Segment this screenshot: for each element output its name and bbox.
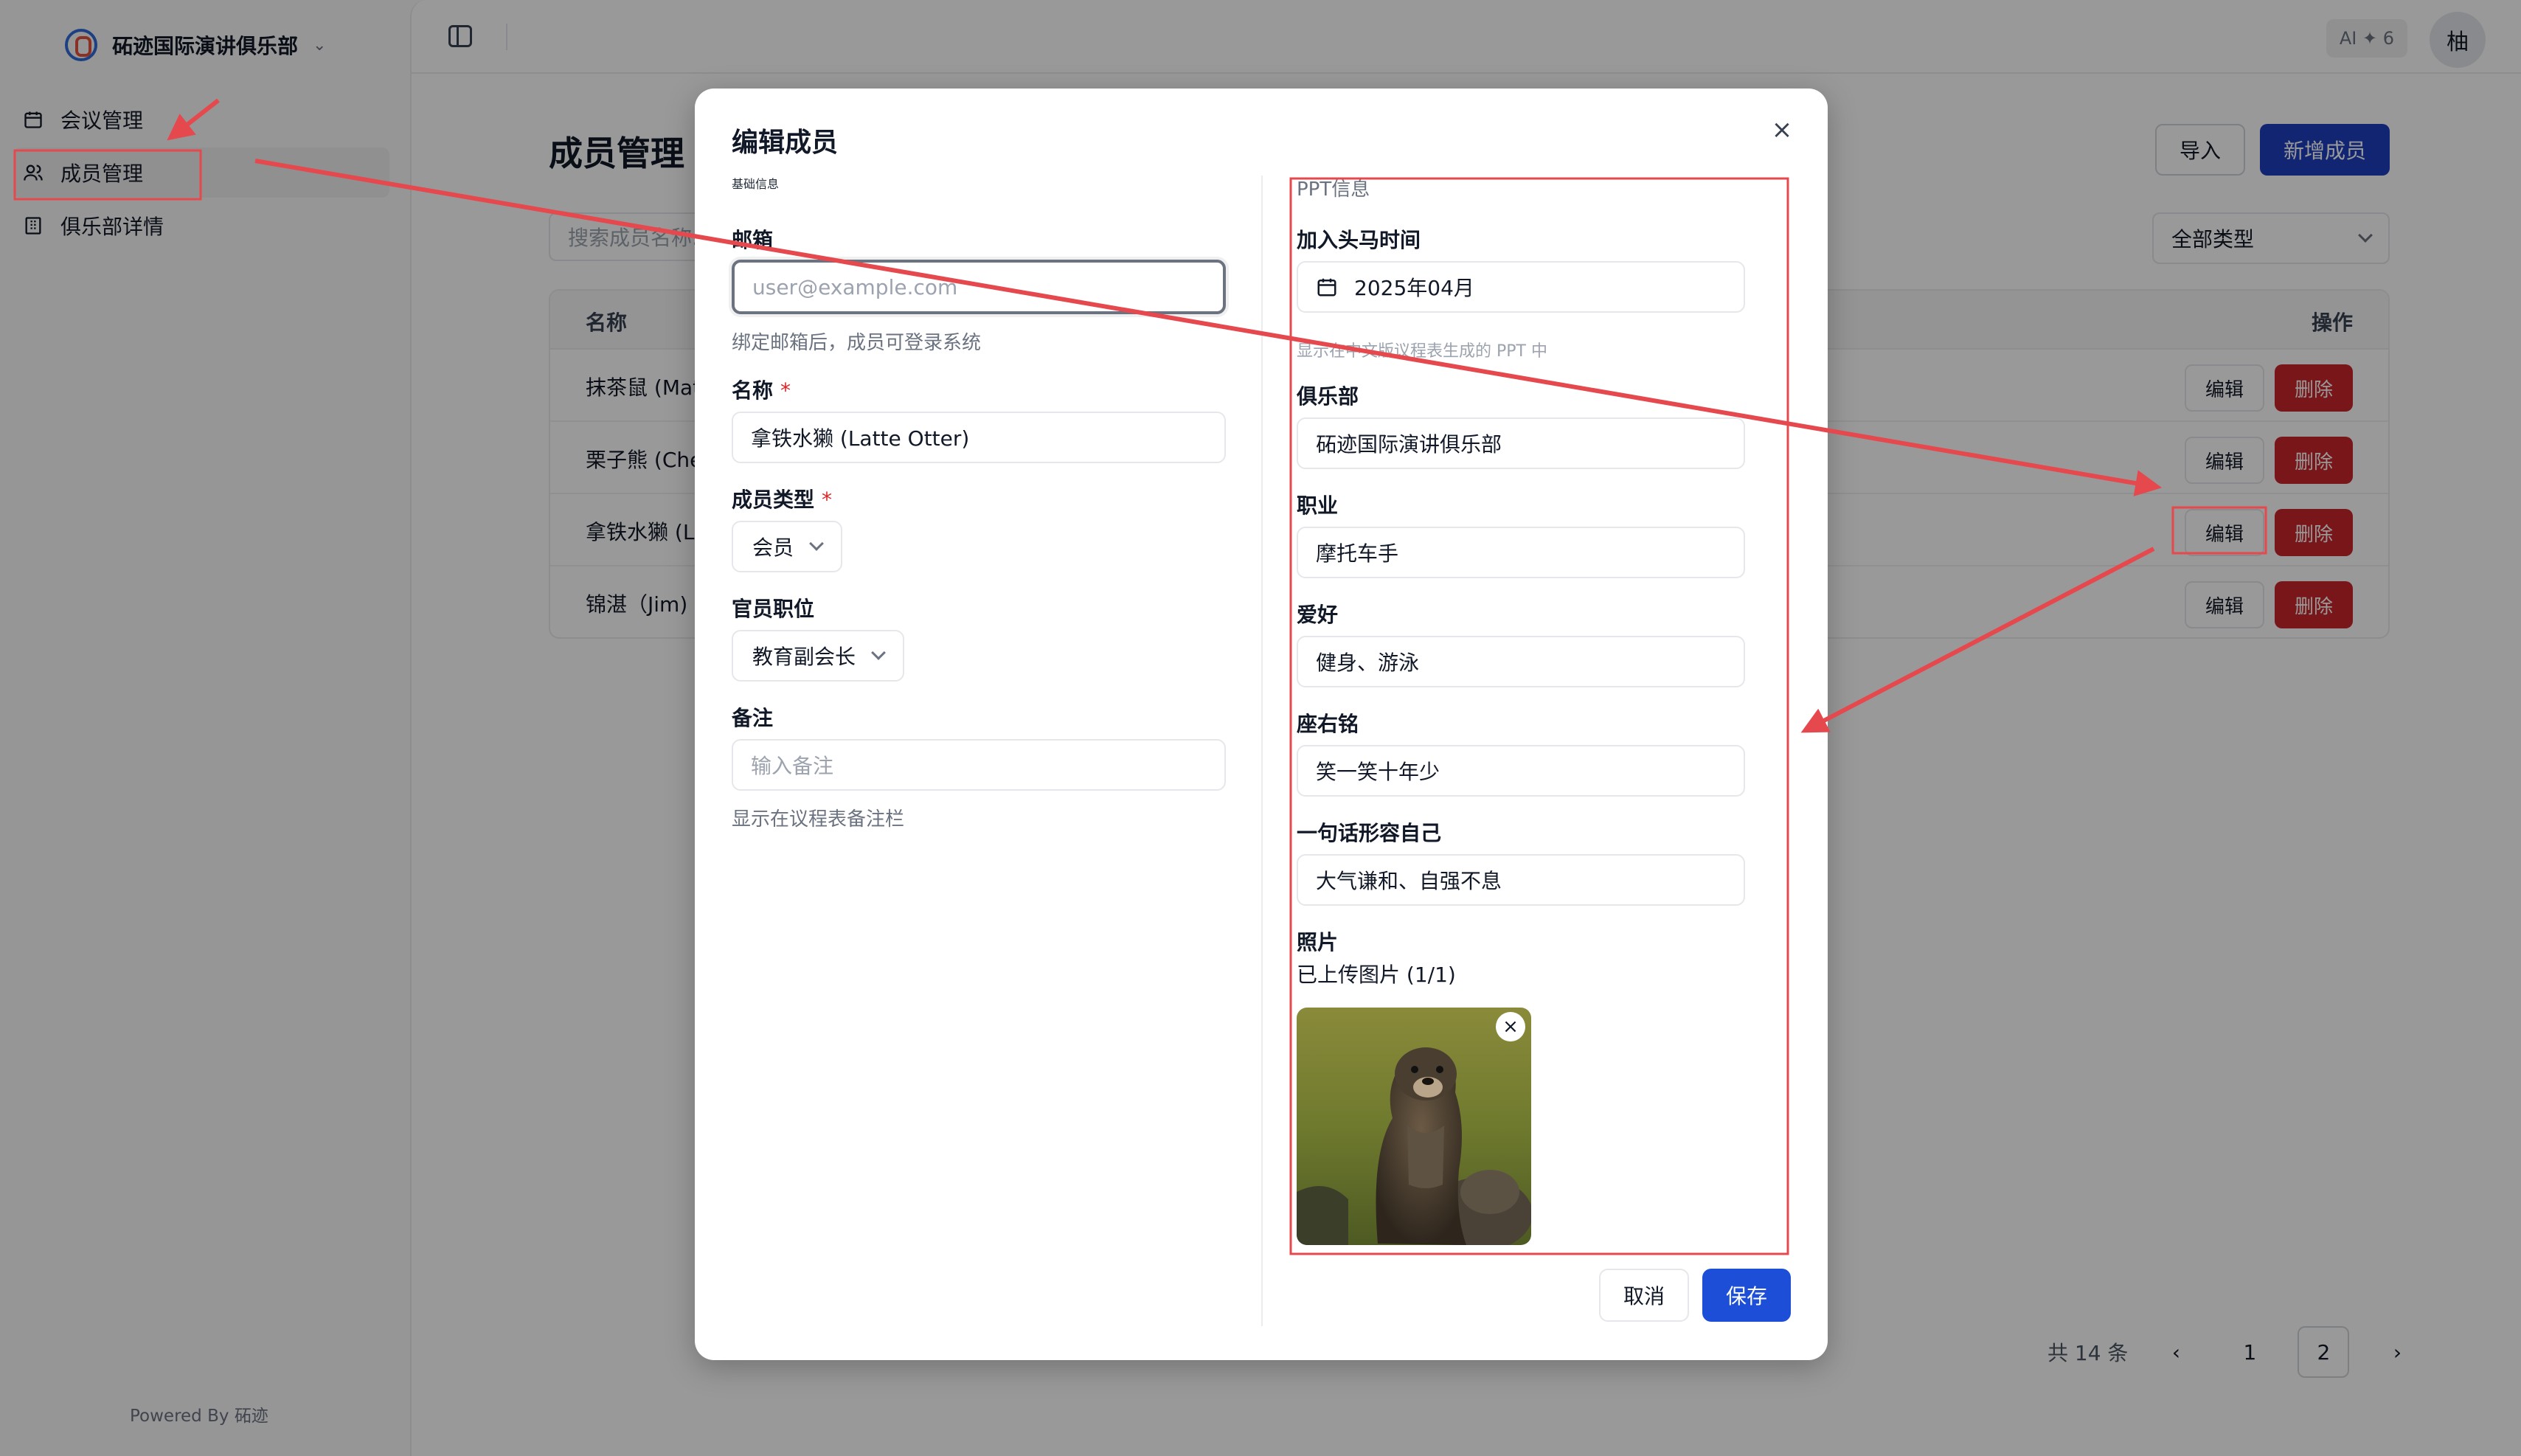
calendar-icon <box>1316 276 1338 298</box>
required-mark: * <box>822 488 833 512</box>
chevron-down-icon <box>809 536 824 551</box>
column-divider <box>1261 176 1263 1326</box>
join-date-value: 2025年04月 <box>1354 276 1474 300</box>
job-field[interactable]: 摩托车手 <box>1297 527 1745 578</box>
edit-member-dialog: 编辑成员 × 基础信息 邮箱 user@example.com 绑定邮箱后，成员… <box>695 89 1828 1360</box>
officer-wrap: 教育副会长 <box>732 630 1226 682</box>
join-date-label: 加入头马时间 <box>1297 228 1421 252</box>
club-field[interactable]: 砳迹国际演讲俱乐部 <box>1297 417 1745 469</box>
officer-select[interactable]: 教育副会长 <box>732 630 905 682</box>
officer-value: 教育副会长 <box>752 645 856 669</box>
note-label: 备注 <box>732 706 774 730</box>
photo-label: 照片 <box>1297 930 1339 954</box>
email-label: 邮箱 <box>732 228 774 252</box>
note-field[interactable]: 输入备注 <box>732 739 1226 791</box>
member-type-value: 会员 <box>752 535 794 560</box>
basic-info-section-label: 基础信息 <box>732 177 780 191</box>
club-value: 砳迹国际演讲俱乐部 <box>1316 432 1502 457</box>
member-type-select[interactable]: 会员 <box>732 521 843 572</box>
hobby-label: 爱好 <box>1297 603 1339 627</box>
motto-label: 座右铭 <box>1297 712 1359 736</box>
name-label: 名称 <box>732 378 774 403</box>
job-value: 摩托车手 <box>1316 541 1399 566</box>
hobby-field[interactable]: 健身、游泳 <box>1297 636 1745 687</box>
email-placeholder: user@example.com <box>752 274 958 299</box>
email-helper: 绑定邮箱后，成员可登录系统 <box>732 332 982 354</box>
hobby-value: 健身、游泳 <box>1316 651 1420 675</box>
join-date-picker[interactable]: 2025年04月 <box>1297 261 1745 313</box>
job-label: 职业 <box>1297 493 1339 518</box>
self-description-field[interactable]: 大气谦和、自强不息 <box>1297 854 1745 906</box>
name-label-row: 名称 * <box>732 375 1226 404</box>
close-icon[interactable]: × <box>1767 115 1797 145</box>
ppt-info-section-label: PPT信息 <box>1297 178 1370 201</box>
otter-photo[interactable]: × <box>1297 1008 1531 1245</box>
name-field[interactable]: 拿铁水獭 (Latte Otter) <box>732 412 1226 463</box>
note-helper: 显示在议程表备注栏 <box>732 808 905 831</box>
club-label: 俱乐部 <box>1297 384 1359 409</box>
join-date-helper: 显示在中文版议程表生成的 PPT 中 <box>1297 342 1547 361</box>
motto-value: 笑一笑十年少 <box>1316 760 1440 784</box>
self-description-label: 一句话形容自己 <box>1297 821 1442 845</box>
email-field[interactable]: user@example.com <box>732 260 1226 314</box>
member-type-label: 成员类型 <box>732 488 815 512</box>
officer-label: 官员职位 <box>732 597 815 621</box>
member-type-wrap: 会员 <box>732 521 1226 572</box>
chevron-down-icon <box>871 645 886 660</box>
photo-status: 已上传图片 (1/1) <box>1297 963 1456 987</box>
dialog-title: 编辑成员 <box>732 128 839 158</box>
otter-photo-image <box>1297 1008 1531 1245</box>
self-description-value: 大气谦和、自强不息 <box>1316 869 1502 893</box>
required-mark: * <box>780 378 791 403</box>
name-value: 拿铁水獭 (Latte Otter) <box>751 426 970 451</box>
motto-field[interactable]: 笑一笑十年少 <box>1297 745 1745 797</box>
note-placeholder: 输入备注 <box>751 754 834 778</box>
photo-thumbnail-wrap: × <box>1297 1008 1531 1245</box>
cancel-button[interactable]: 取消 <box>1599 1269 1689 1322</box>
save-button[interactable]: 保存 <box>1702 1269 1791 1322</box>
member-type-label-row: 成员类型 * <box>732 484 1226 513</box>
remove-photo-button[interactable]: × <box>1496 1012 1525 1041</box>
